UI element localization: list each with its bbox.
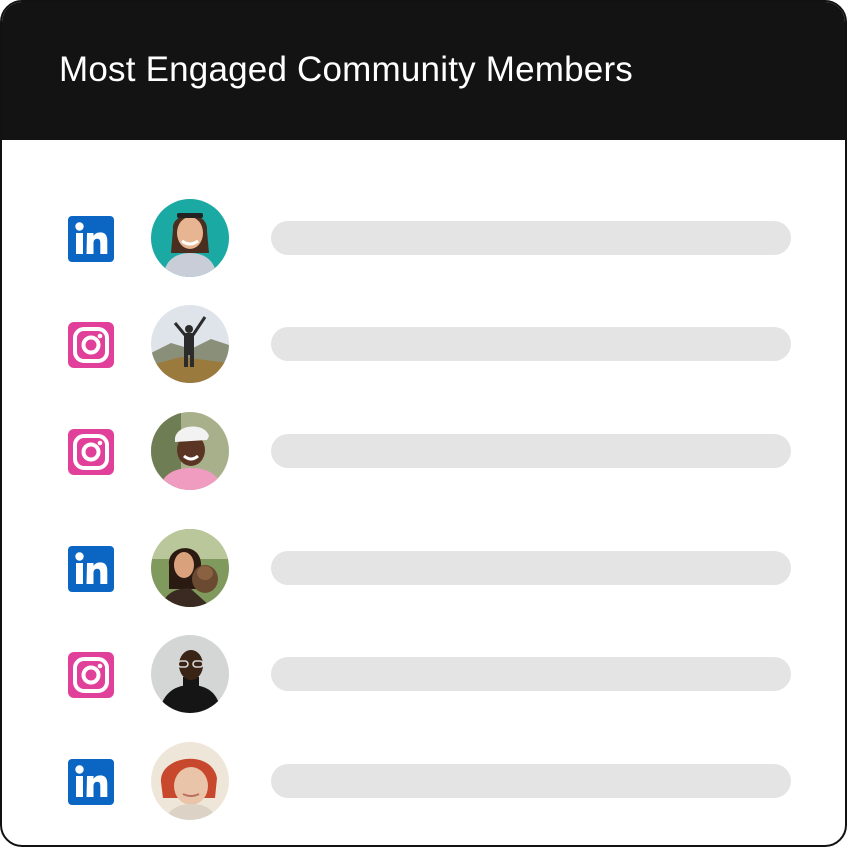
linkedin-icon (68, 546, 114, 592)
member-row[interactable] (2, 741, 845, 821)
card-title: Most Engaged Community Members (59, 50, 633, 89)
member-name-placeholder (271, 434, 791, 468)
member-avatar[interactable] (151, 635, 229, 713)
instagram-icon (68, 429, 114, 475)
member-row[interactable] (2, 634, 845, 714)
instagram-icon (68, 652, 114, 698)
member-row[interactable] (2, 304, 845, 384)
member-avatar[interactable] (151, 742, 229, 820)
member-row[interactable] (2, 411, 845, 491)
card-header: Most Engaged Community Members (2, 2, 845, 140)
member-avatar[interactable] (151, 199, 229, 277)
member-name-placeholder (271, 221, 791, 255)
member-name-placeholder (271, 657, 791, 691)
linkedin-icon (68, 759, 114, 805)
member-row[interactable] (2, 528, 845, 608)
member-name-placeholder (271, 764, 791, 798)
member-name-placeholder (271, 327, 791, 361)
member-row[interactable] (2, 198, 845, 278)
linkedin-icon (68, 216, 114, 262)
community-members-card: Most Engaged Community Members (0, 0, 847, 847)
instagram-icon (68, 322, 114, 368)
member-avatar[interactable] (151, 305, 229, 383)
member-name-placeholder (271, 551, 791, 585)
member-avatar[interactable] (151, 412, 229, 490)
member-avatar[interactable] (151, 529, 229, 607)
